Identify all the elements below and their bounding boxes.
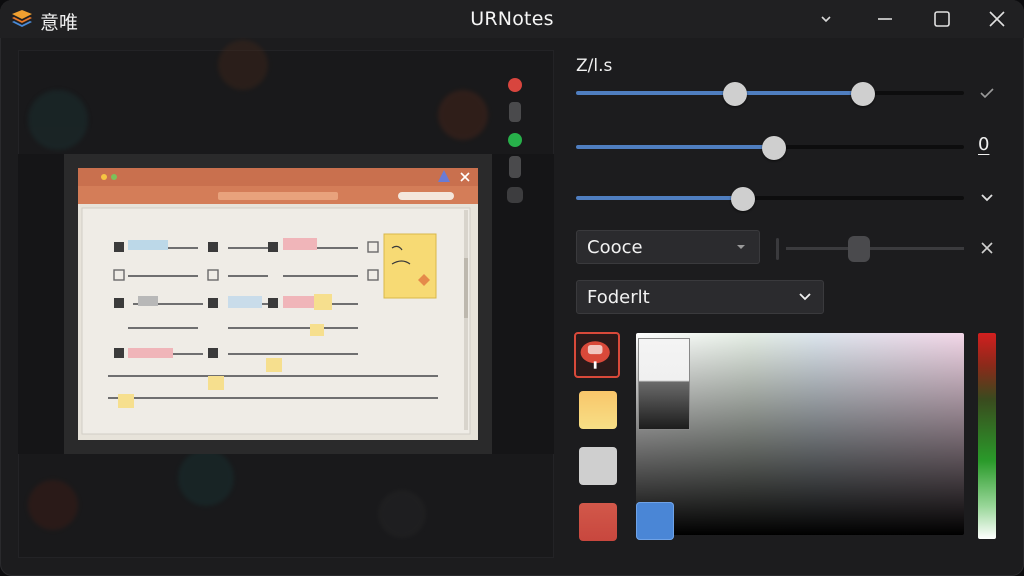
slider-thumb[interactable] xyxy=(762,136,786,160)
value-slider[interactable] xyxy=(576,136,964,160)
controls-panel: Z/l.s 0 Cooce Foderlt xyxy=(566,50,1006,558)
swatch-light-gray[interactable] xyxy=(579,447,617,485)
square-tool-icon[interactable] xyxy=(507,187,523,203)
hue-slider[interactable] xyxy=(978,333,996,539)
maximize-button[interactable] xyxy=(931,8,953,30)
chevron-down-icon xyxy=(799,293,811,301)
background-bokeh xyxy=(218,40,268,90)
slider-fill xyxy=(576,91,863,95)
chevron-down-icon xyxy=(981,194,993,202)
level-slider[interactable] xyxy=(576,187,964,211)
minimize-icon xyxy=(878,18,892,20)
slider-thumb-high[interactable] xyxy=(851,82,875,106)
slider-fill xyxy=(576,196,743,200)
record-dot-icon[interactable] xyxy=(508,78,522,92)
swatch-yellow[interactable] xyxy=(579,391,617,429)
background-bokeh xyxy=(178,450,234,506)
minimize-button[interactable] xyxy=(874,8,896,30)
marker-icon[interactable] xyxy=(509,102,521,122)
slider-thumb[interactable] xyxy=(731,187,755,211)
maximize-icon xyxy=(934,11,950,27)
current-color-swatch[interactable] xyxy=(636,502,674,540)
window-title: URNotes xyxy=(470,8,554,30)
notes-preview-image xyxy=(78,168,478,440)
lock-icon[interactable] xyxy=(509,156,521,178)
mode-select[interactable]: Cooce xyxy=(576,230,760,264)
slider-value-label: 0 xyxy=(978,134,990,155)
background-bokeh xyxy=(378,490,426,538)
background-bokeh xyxy=(28,90,88,150)
slider-fill xyxy=(576,145,774,149)
mini-slider-track xyxy=(786,247,964,250)
mode-select-value: Cooce xyxy=(587,237,643,258)
chevron-down-icon xyxy=(821,16,831,23)
title-bar[interactable]: 意唯 URNotes xyxy=(0,0,1024,38)
check-icon xyxy=(980,88,994,99)
expand-button[interactable] xyxy=(976,188,998,210)
section-label: Z/l.s xyxy=(576,56,613,76)
folder-select-value: Foderlt xyxy=(587,287,650,308)
background-bokeh xyxy=(438,90,488,140)
title-dropdown-button[interactable] xyxy=(815,8,837,30)
swatch-coral[interactable] xyxy=(579,503,617,541)
preview-pane xyxy=(18,40,554,558)
status-dot-icon[interactable] xyxy=(508,133,522,147)
close-icon xyxy=(989,11,1005,27)
preview-frame[interactable] xyxy=(64,154,492,454)
caret-down-icon xyxy=(737,245,745,249)
mini-slider-edge xyxy=(776,238,779,260)
mini-slider[interactable] xyxy=(776,236,966,262)
swatch-red-stamp[interactable] xyxy=(574,332,620,378)
close-button[interactable] xyxy=(986,8,1008,30)
close-icon xyxy=(981,242,993,254)
slider-thumb-low[interactable] xyxy=(723,82,747,106)
clear-button[interactable] xyxy=(976,239,998,261)
stamp-icon xyxy=(580,341,610,369)
folder-select[interactable]: Foderlt xyxy=(576,280,824,314)
check-button[interactable] xyxy=(976,84,998,106)
color-sample-preview xyxy=(638,338,690,430)
background-bokeh xyxy=(28,480,78,530)
app-window: 意唯 URNotes Z/l.s 0 Cooce Foderlt xyxy=(0,0,1024,576)
range-slider[interactable] xyxy=(576,82,964,106)
mini-slider-thumb[interactable] xyxy=(848,236,870,262)
